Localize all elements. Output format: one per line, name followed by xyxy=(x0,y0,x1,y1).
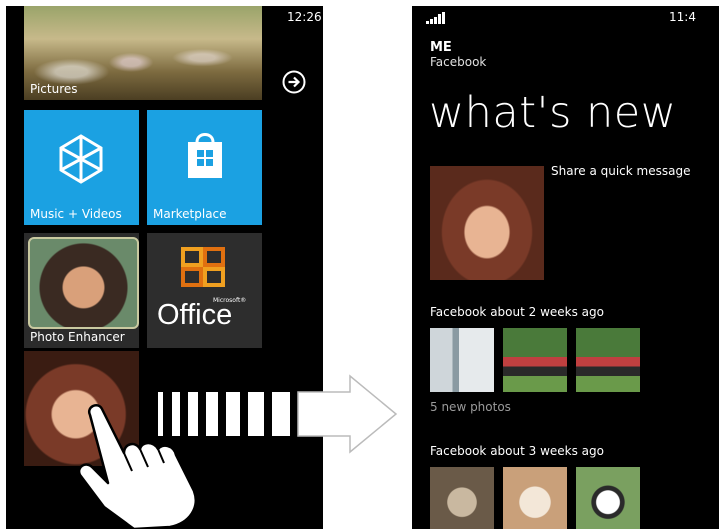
arrow-right-circle-icon[interactable] xyxy=(282,70,306,94)
phone-me-hub: 11:4 ME Facebook what's new Share a quic… xyxy=(412,6,719,529)
tile-music-label: Music + Videos xyxy=(30,207,122,221)
tile-marketplace[interactable]: Marketplace xyxy=(147,110,262,225)
photo-enhancer-image xyxy=(28,237,139,329)
tile-pictures-label: Pictures xyxy=(30,82,78,96)
tile-photo-enhancer-label: Photo Enhancer xyxy=(30,330,125,344)
tile-music-videos[interactable]: Music + Videos xyxy=(24,110,139,225)
feed-section-heading: Facebook about 3 weeks ago xyxy=(430,444,604,458)
tile-photo-enhancer[interactable]: Photo Enhancer xyxy=(24,233,139,348)
feed-photo-thumb[interactable] xyxy=(576,328,640,392)
signal-strength-icon xyxy=(426,12,445,24)
feed-photo-thumb[interactable] xyxy=(576,467,640,529)
page-title: what's new xyxy=(429,88,677,138)
profile-name: ME xyxy=(430,40,452,55)
feed-photo-thumb[interactable] xyxy=(430,467,494,529)
status-time: 11:4 xyxy=(669,10,696,24)
new-photos-count[interactable]: 5 new photos xyxy=(430,400,511,414)
shopping-bag-icon xyxy=(188,133,222,178)
profile-photo[interactable] xyxy=(430,166,544,280)
feed-photo-thumb[interactable] xyxy=(503,467,567,529)
office-logo-icon xyxy=(181,247,225,287)
hand-pointer-icon xyxy=(77,404,197,529)
share-message-link[interactable]: Share a quick message xyxy=(551,164,690,178)
feed-section-heading: Facebook about 2 weeks ago xyxy=(430,305,604,319)
tile-office[interactable]: Microsoft® Office xyxy=(147,233,262,348)
tile-pictures[interactable]: Pictures xyxy=(24,6,262,100)
office-label: Office xyxy=(157,299,233,331)
feed-photo-thumb[interactable] xyxy=(430,328,494,392)
status-time: 12:26 xyxy=(287,10,322,24)
tile-marketplace-label: Marketplace xyxy=(153,207,227,221)
profile-source: Facebook xyxy=(430,55,487,69)
feed-photo-thumb[interactable] xyxy=(503,328,567,392)
zune-icon xyxy=(59,134,103,184)
